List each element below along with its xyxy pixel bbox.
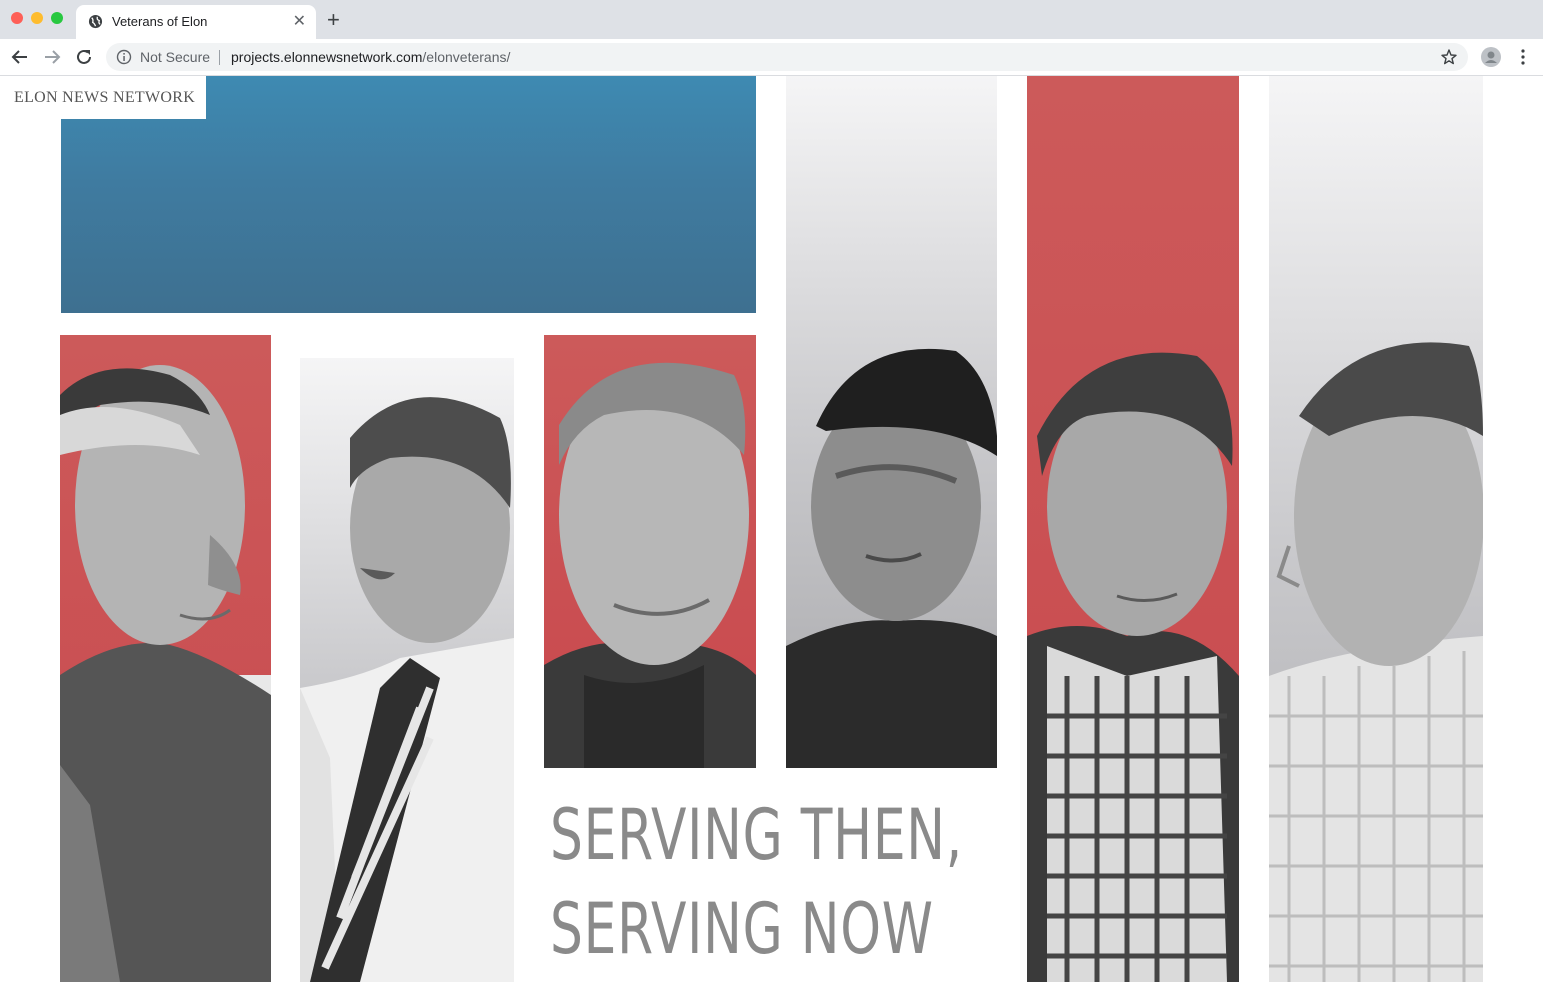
portrait-photo	[300, 397, 514, 982]
back-arrow-icon[interactable]	[9, 46, 31, 68]
veteran-portrait-1	[60, 335, 271, 982]
url-path: /elonveterans/	[422, 49, 511, 65]
url-text[interactable]: projects.elonnewsnetwork.com/elonveteran…	[231, 49, 510, 65]
browser-tab-strip: Veterans of Elon ✕ +	[0, 0, 1543, 39]
headline: SERVING THEN, SERVING NOW	[550, 788, 963, 976]
window-controls	[11, 12, 63, 24]
browser-tab[interactable]: Veterans of Elon ✕	[76, 5, 316, 39]
new-tab-button[interactable]: +	[327, 6, 340, 34]
close-tab-icon[interactable]: ✕	[293, 11, 306, 31]
portrait-photo	[1269, 342, 1483, 982]
headline-line-1: SERVING THEN,	[550, 794, 964, 876]
veteran-portrait-3	[544, 335, 756, 768]
headline-line-2: SERVING NOW	[550, 888, 934, 970]
url-host: projects.elonnewsnetwork.com	[231, 49, 423, 65]
brand-name: ELON NEWS NETWORK	[14, 89, 196, 106]
address-bar[interactable]: Not Secure projects.elonnewsnetwork.com/…	[106, 43, 1468, 71]
veteran-portrait-6	[1269, 76, 1483, 982]
portrait-photo	[544, 362, 756, 768]
reload-icon[interactable]	[73, 46, 95, 68]
portrait-photo	[786, 348, 997, 768]
maximize-window-button[interactable]	[51, 12, 63, 24]
profile-avatar-icon[interactable]	[1481, 47, 1501, 67]
page-content: ELON NEWS NETWORK SERVING THEN, SERVING …	[0, 76, 1543, 982]
globe-icon	[88, 14, 103, 29]
close-window-button[interactable]	[11, 12, 23, 24]
bookmark-star-icon[interactable]	[1440, 48, 1458, 66]
portrait-photo	[60, 365, 271, 982]
veteran-portrait-4	[786, 76, 997, 768]
veteran-portrait-2	[300, 358, 514, 982]
minimize-window-button[interactable]	[31, 12, 43, 24]
portrait-photo	[1027, 352, 1239, 982]
site-logo-link[interactable]: ELON NEWS NETWORK	[0, 76, 206, 119]
browser-toolbar: Not Secure projects.elonnewsnetwork.com/…	[0, 39, 1543, 76]
kebab-menu-icon[interactable]	[1516, 48, 1530, 66]
veteran-portrait-5	[1027, 76, 1239, 982]
divider	[219, 50, 220, 65]
security-indicator[interactable]: Not Secure	[140, 49, 210, 65]
tab-title: Veterans of Elon	[112, 14, 208, 29]
forward-arrow-icon[interactable]	[41, 46, 63, 68]
info-icon[interactable]	[116, 49, 132, 65]
